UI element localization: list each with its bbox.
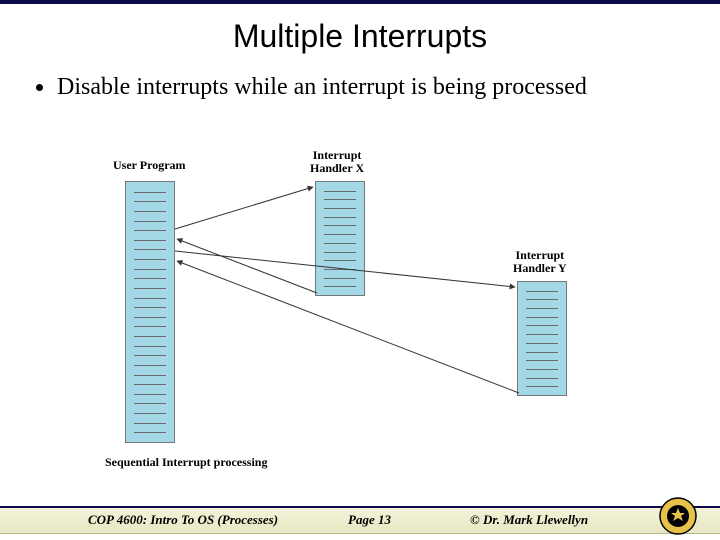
slide-title: Multiple Interrupts [0,18,720,55]
label-handler-x: Interrupt Handler X [310,149,364,175]
diagram-caption: Sequential Interrupt processing [105,455,267,470]
bullet-dot-icon [36,84,43,91]
column-user-program [125,181,175,443]
bullet-item: Disable interrupts while an interrupt is… [36,73,690,102]
body-area: Disable interrupts while an interrupt is… [0,55,720,102]
label-user-program: User Program [113,159,186,172]
diagram: User Program Interrupt Handler X Interru… [85,159,625,489]
label-handler-y: Interrupt Handler Y [513,249,567,275]
column-handler-y [517,281,567,396]
slide: Multiple Interrupts Disable interrupts w… [0,0,720,540]
footer: COP 4600: Intro To OS (Processes) Page 1… [0,498,720,540]
footer-left: COP 4600: Intro To OS (Processes) [88,512,278,528]
bullet-text: Disable interrupts while an interrupt is… [57,73,587,102]
footer-page: Page 13 [348,512,391,528]
column-handler-x [315,181,365,296]
ucf-logo-icon [658,496,698,536]
footer-right: © Dr. Mark Llewellyn [470,512,588,528]
